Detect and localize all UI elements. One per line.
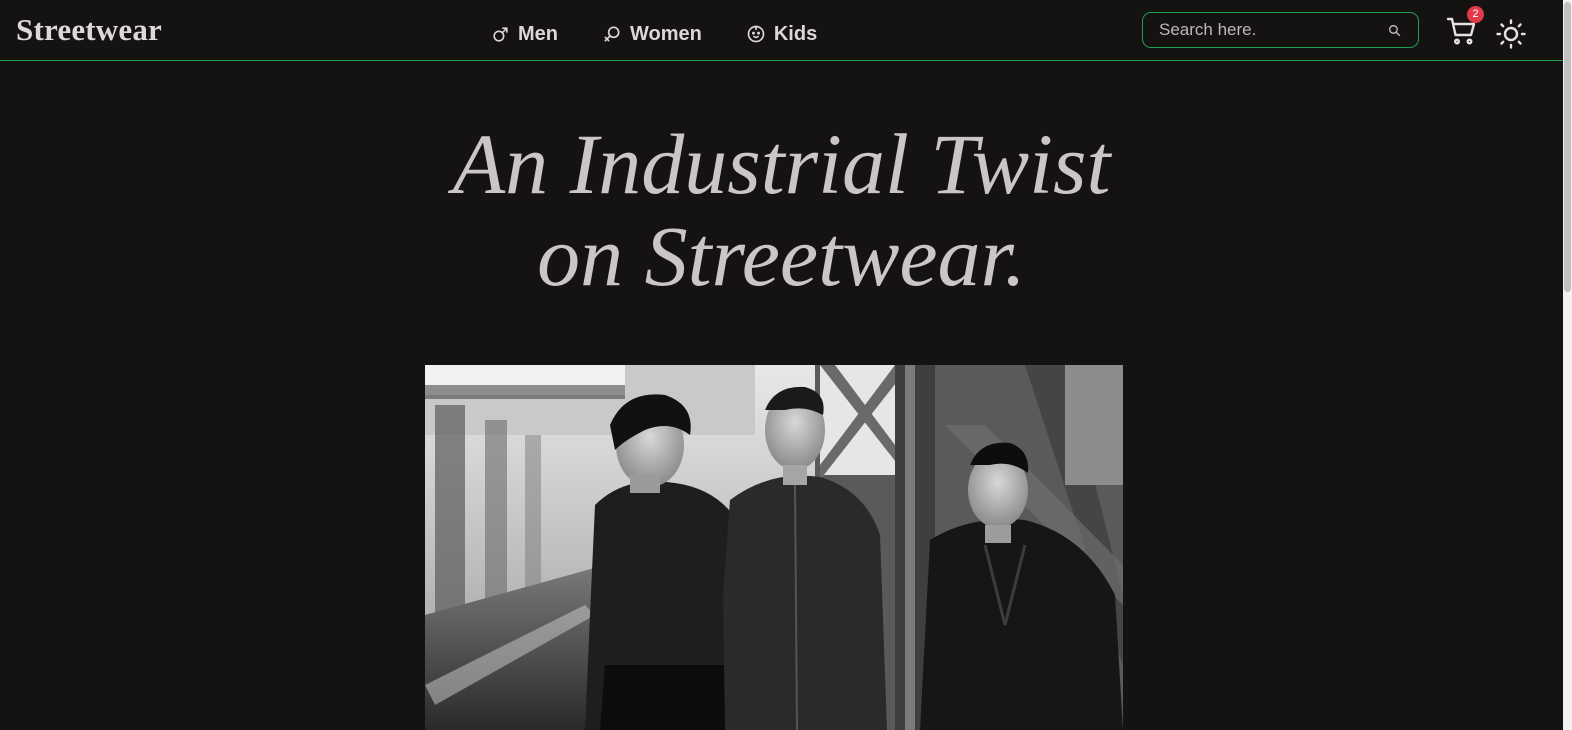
nav-link-label: Kids bbox=[773, 22, 818, 45]
search-icon[interactable] bbox=[1388, 24, 1401, 37]
nav-link-label: Men bbox=[518, 22, 558, 45]
baby-face-icon bbox=[747, 25, 765, 43]
hero-title-line-1: An Industrial Twist bbox=[452, 116, 1111, 212]
male-symbol-icon bbox=[493, 26, 508, 42]
hero-image bbox=[425, 365, 1123, 730]
search-box bbox=[1142, 12, 1419, 48]
hero-title: An Industrial Twist on Streetwear. bbox=[0, 118, 1563, 302]
hero-photo bbox=[425, 365, 1123, 730]
navbar: Streetwear Men Women Kids Search here. 2 bbox=[0, 0, 1563, 61]
nav-link-label: Women bbox=[630, 22, 702, 45]
nav-link-kids[interactable]: Kids bbox=[746, 23, 817, 46]
site-logo[interactable]: Streetwear bbox=[16, 12, 162, 48]
page-scrollbar[interactable] bbox=[1563, 0, 1572, 730]
nav-link-women[interactable]: Women bbox=[602, 23, 702, 46]
hero-title-line-2: on Streetwear. bbox=[537, 208, 1026, 304]
sun-icon[interactable] bbox=[1496, 19, 1526, 49]
page: Streetwear Men Women Kids Search here. 2… bbox=[0, 0, 1572, 730]
scrollbar-thumb[interactable] bbox=[1564, 2, 1571, 292]
nav-link-men[interactable]: Men bbox=[491, 23, 558, 46]
search-input[interactable] bbox=[1143, 14, 1381, 46]
female-symbol-icon bbox=[604, 26, 620, 42]
cart-count-badge: 2 bbox=[1467, 6, 1484, 23]
main-nav: Men Women Kids bbox=[491, 18, 861, 50]
